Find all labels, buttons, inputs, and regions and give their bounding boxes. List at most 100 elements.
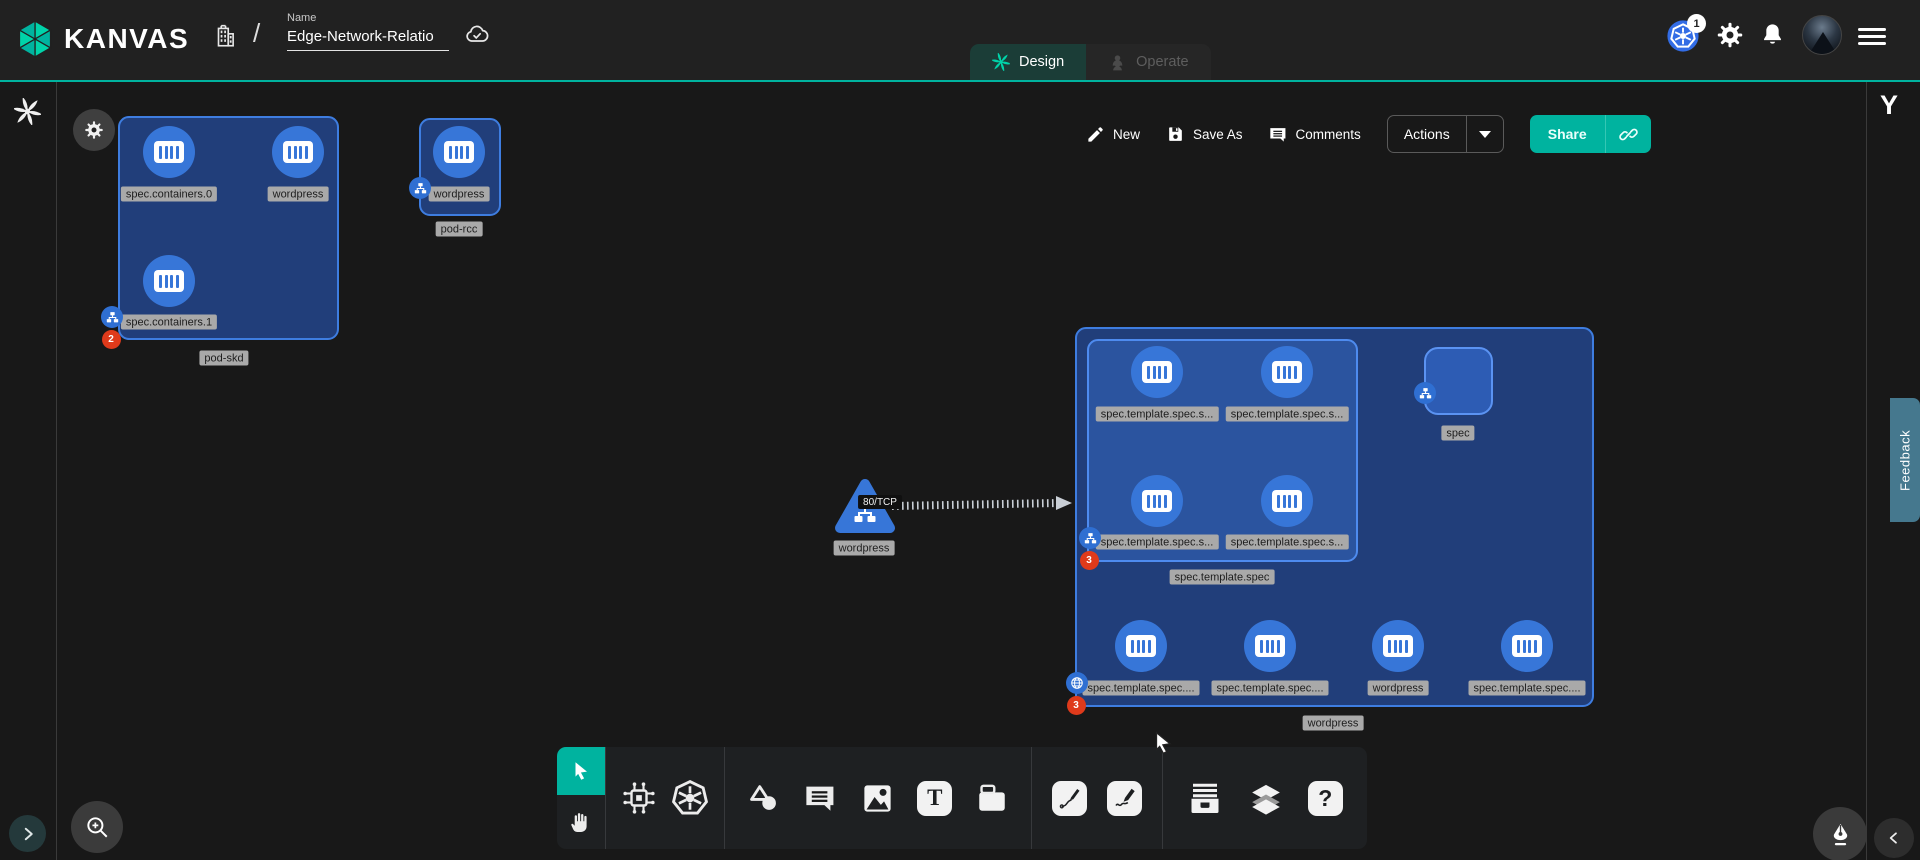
kanvas-logo[interactable]: KANVAS xyxy=(16,20,189,58)
container-node[interactable] xyxy=(272,126,324,178)
breadcrumb-separator: / xyxy=(253,18,260,49)
save-as-button[interactable]: Save As xyxy=(1166,125,1243,144)
container-icon xyxy=(1142,361,1172,383)
container-node[interactable] xyxy=(1372,620,1424,672)
new-button[interactable]: New xyxy=(1086,125,1140,144)
notifications-bell-icon[interactable] xyxy=(1759,21,1786,54)
node-label: spec.template.spec.... xyxy=(1469,681,1586,696)
kubernetes-context-button[interactable]: 1 xyxy=(1666,16,1706,54)
pen-nib-button[interactable] xyxy=(1813,807,1867,860)
service-edge[interactable] xyxy=(888,494,1078,514)
settings-gear-icon[interactable] xyxy=(1716,21,1744,54)
error-count-badge[interactable]: 2 xyxy=(102,330,121,349)
tool-select[interactable] xyxy=(557,747,605,795)
floppy-icon xyxy=(1166,125,1185,144)
comments-button[interactable]: Comments xyxy=(1269,125,1361,144)
pod-relationship-badge[interactable] xyxy=(101,306,123,328)
y-widget-icon[interactable]: Y xyxy=(1880,90,1898,121)
sitemap-icon xyxy=(414,182,427,195)
container-node[interactable] xyxy=(143,126,195,178)
tab-design[interactable]: Design xyxy=(970,44,1086,80)
zoom-button[interactable] xyxy=(71,801,123,853)
tool-comment[interactable] xyxy=(804,781,838,815)
globe-icon xyxy=(1070,676,1084,690)
container-node[interactable] xyxy=(1131,475,1183,527)
tool-draw-freehand[interactable] xyxy=(1107,781,1142,816)
container-node[interactable] xyxy=(1244,620,1296,672)
container-node[interactable] xyxy=(1501,620,1553,672)
deployment-relationship-badge[interactable] xyxy=(1066,672,1088,694)
container-node[interactable] xyxy=(1261,475,1313,527)
text-icon: T xyxy=(917,781,952,816)
pod-relationship-badge[interactable] xyxy=(409,177,431,199)
error-count-badge[interactable]: 3 xyxy=(1080,551,1099,570)
tab-operate[interactable]: Operate xyxy=(1086,44,1210,80)
collapsed-node-gear-icon[interactable] xyxy=(73,109,115,151)
copy-link-button[interactable] xyxy=(1605,115,1651,153)
user-avatar[interactable] xyxy=(1802,15,1842,55)
container-node[interactable] xyxy=(143,255,195,307)
kanvas-app: KANVAS / Name Design Operate xyxy=(0,0,1920,860)
operate-people-icon xyxy=(1108,53,1127,72)
expand-left-panel-button[interactable] xyxy=(9,815,46,852)
right-rail-divider xyxy=(1866,82,1867,860)
container-icon xyxy=(1255,635,1285,657)
pod-relationship-badge[interactable] xyxy=(1414,382,1436,404)
container-icon xyxy=(154,270,184,292)
actions-button[interactable]: Actions xyxy=(1388,126,1466,142)
tool-draw-edge[interactable] xyxy=(1052,781,1087,816)
feedback-tab[interactable]: Feedback xyxy=(1890,398,1920,522)
spec-node[interactable] xyxy=(1424,347,1493,415)
tool-text[interactable]: T xyxy=(917,781,952,816)
collapse-right-panel-button[interactable] xyxy=(1874,818,1914,858)
actions-dropdown-button[interactable] xyxy=(1466,116,1503,152)
tool-kubernetes[interactable] xyxy=(671,779,709,817)
container-node[interactable] xyxy=(1131,346,1183,398)
container-node[interactable] xyxy=(1115,620,1167,672)
comment-bubble-icon xyxy=(804,781,838,815)
save-as-label: Save As xyxy=(1193,127,1243,142)
tool-help[interactable]: ? xyxy=(1308,781,1343,816)
sync-swirl-icon[interactable] xyxy=(14,98,41,130)
organization-icon[interactable] xyxy=(212,23,238,54)
group-label: wordpress xyxy=(1303,716,1364,731)
tool-note[interactable] xyxy=(975,781,1009,815)
toolbar-group-draw xyxy=(1032,747,1162,849)
tool-drawer[interactable] xyxy=(1187,780,1223,816)
pod-relationship-badge[interactable] xyxy=(1079,527,1101,549)
layers-icon xyxy=(1248,780,1284,816)
tab-operate-label: Operate xyxy=(1136,54,1188,70)
tool-pan[interactable] xyxy=(557,795,605,849)
caret-down-icon xyxy=(1479,131,1491,138)
node-label: spec.containers.1 xyxy=(121,315,217,330)
left-rail xyxy=(0,82,57,860)
node-label: spec.containers.0 xyxy=(121,187,217,202)
tool-components[interactable] xyxy=(621,780,657,816)
node-label: spec.template.spec.s... xyxy=(1096,407,1219,422)
group-label: pod-rcc xyxy=(436,222,483,237)
tool-shapes[interactable] xyxy=(747,781,781,815)
node-label: wordpress xyxy=(268,187,329,202)
tool-layers[interactable] xyxy=(1248,780,1284,816)
design-name-input[interactable] xyxy=(287,26,449,51)
edge-port-label: 80/TCP xyxy=(858,495,902,509)
canvas-action-bar: New Save As Comments Actions Share xyxy=(1086,114,1651,154)
node-label: spec.template.spec.s... xyxy=(1226,535,1349,550)
error-count-badge[interactable]: 3 xyxy=(1067,696,1086,715)
group-label: spec.template.spec xyxy=(1170,570,1275,585)
container-icon xyxy=(1142,490,1172,512)
context-count-badge: 1 xyxy=(1687,14,1706,33)
container-icon xyxy=(1272,490,1302,512)
design-canvas[interactable]: Y Feedback New Save As Comments Actions xyxy=(0,82,1920,860)
container-node[interactable] xyxy=(1261,346,1313,398)
hand-icon xyxy=(569,810,593,834)
container-icon xyxy=(1272,361,1302,383)
design-swirl-icon xyxy=(992,53,1010,71)
container-node[interactable] xyxy=(433,126,485,178)
group-spec-template-spec[interactable] xyxy=(1087,339,1358,562)
comment-icon xyxy=(1269,125,1288,144)
menu-hamburger-icon[interactable] xyxy=(1858,24,1886,49)
tool-image[interactable] xyxy=(860,781,895,816)
share-button[interactable]: Share xyxy=(1530,126,1605,142)
image-icon xyxy=(860,781,895,816)
